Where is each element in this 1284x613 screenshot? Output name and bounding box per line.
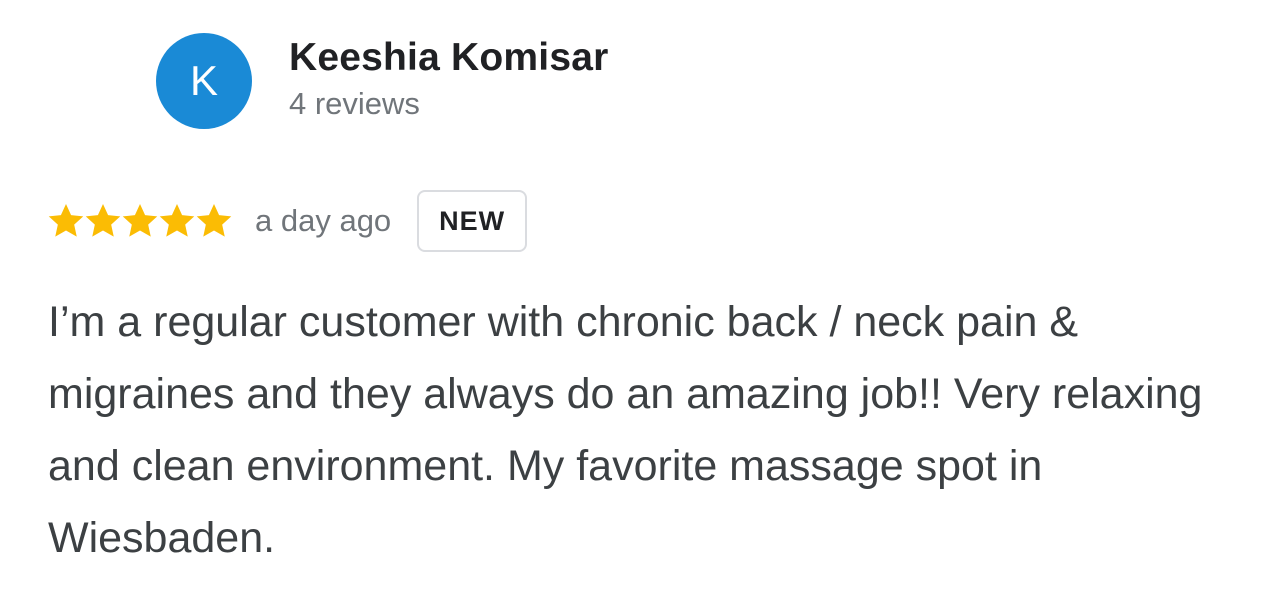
review-card: K Keeshia Komisar 4 reviews a day ago NE… [0,0,1284,613]
star-icon [48,204,84,237]
star-icon [159,204,195,237]
review-text: I’m a regular customer with chronic back… [48,298,1203,562]
rating-row: a day ago NEW [46,188,528,254]
review-count: 4 reviews [289,86,420,121]
new-badge: NEW [417,190,528,252]
star-icon [85,204,121,237]
reviewer-name[interactable]: Keeshia Komisar [289,36,608,80]
star-icon [196,204,232,237]
star-icon [122,204,158,237]
review-time: a day ago [255,203,392,238]
avatar-initial: K [189,57,218,104]
avatar[interactable]: K [156,33,252,129]
star-rating [46,201,232,241]
